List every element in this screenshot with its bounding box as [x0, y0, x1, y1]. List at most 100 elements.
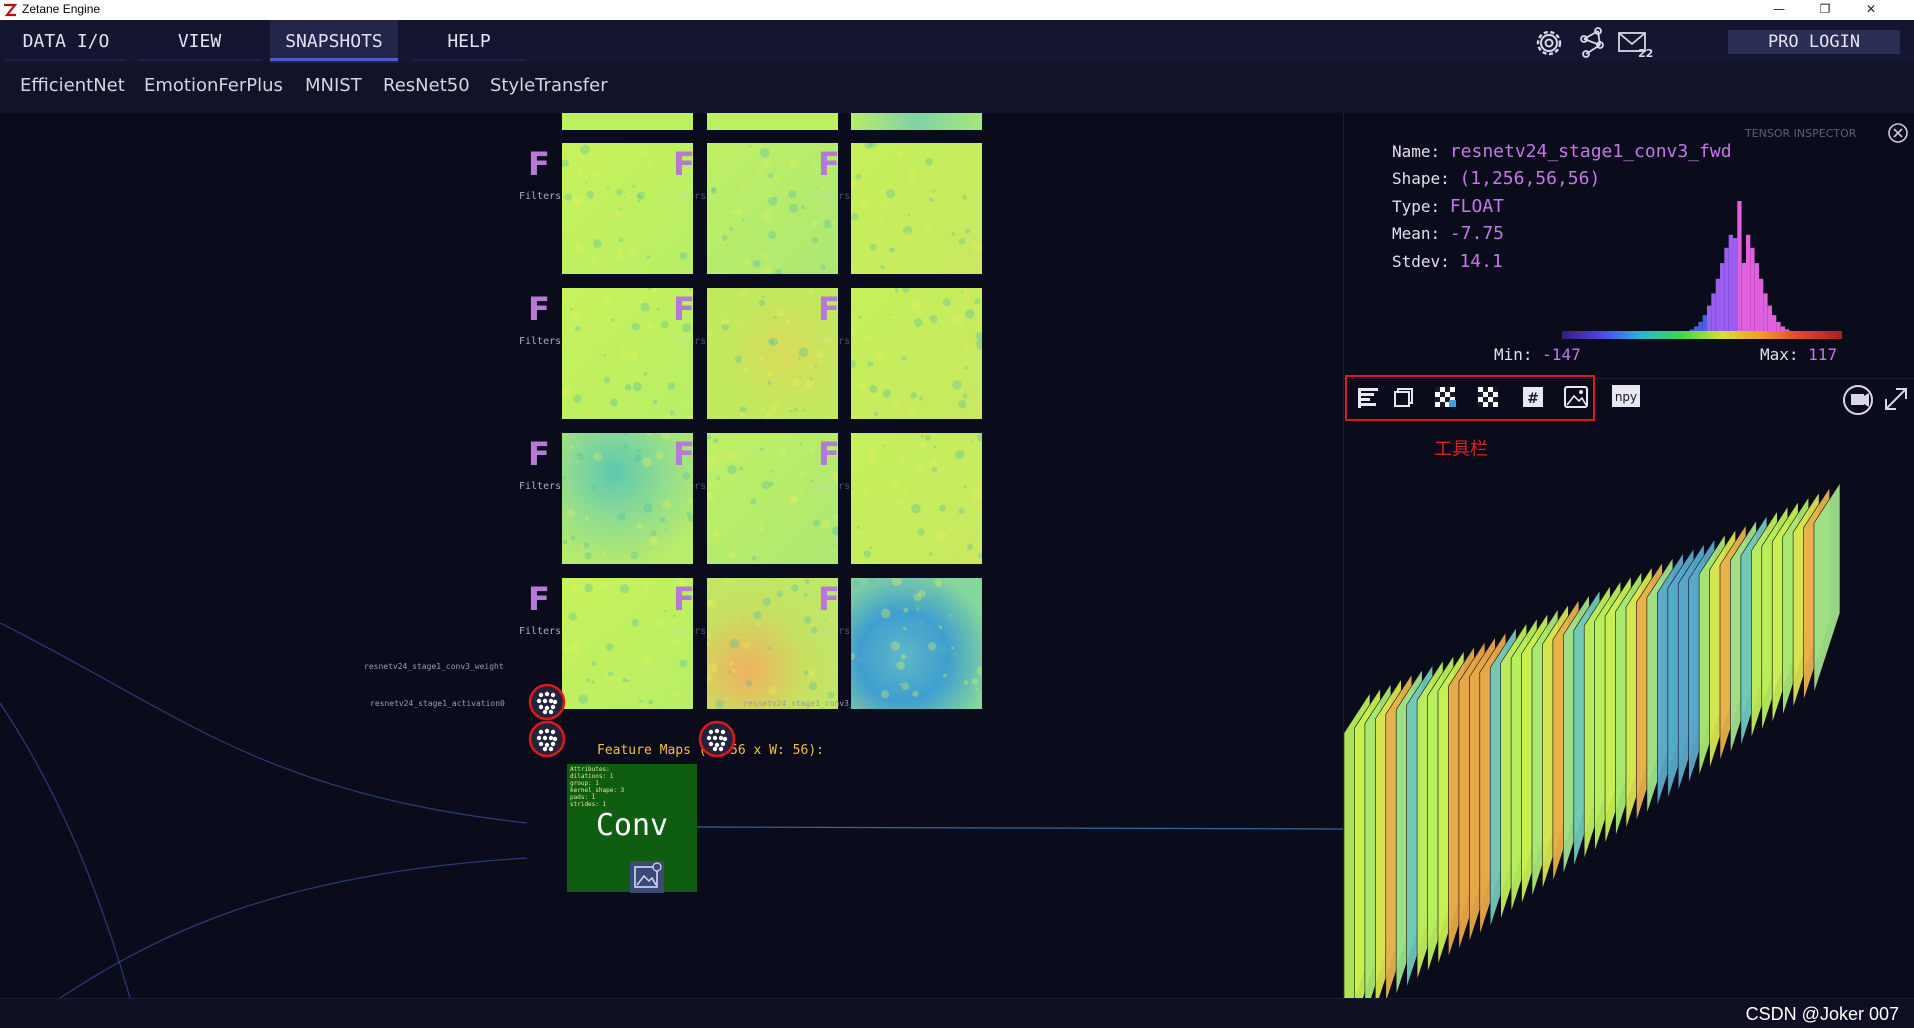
network-graph-icon[interactable] [1574, 26, 1612, 60]
status-bar: CSDN @Joker 007 [0, 998, 1914, 1028]
max-value: Max: 117 [1760, 345, 1837, 364]
filters-label: Filters [808, 191, 851, 202]
filters-icon[interactable]: F [818, 145, 840, 183]
layers-icon[interactable] [1381, 380, 1423, 416]
filters-label: Filters [808, 336, 851, 347]
filters-icon[interactable]: F [673, 435, 695, 473]
feature-map-tile [851, 432, 986, 564]
checker-alt-icon[interactable] [1467, 380, 1509, 416]
snapshot-efficientnet[interactable]: EfficientNet [20, 75, 125, 96]
filters-label: Filters [808, 481, 851, 492]
histogram-bar [1750, 247, 1755, 333]
expand-icon[interactable] [1882, 385, 1910, 413]
histogram-bar [1754, 263, 1759, 333]
output-label: resnetv24_stage1_conv3_fwd [743, 699, 869, 708]
field-value: -7.75 [1449, 223, 1504, 244]
histogram-bar [1733, 238, 1738, 333]
histogram-bar [1728, 234, 1733, 333]
restore-button[interactable]: ❐ [1802, 0, 1848, 20]
tensor-3d-volume[interactable] [1344, 483, 1914, 998]
snapshot-styletransfer[interactable]: StyleTransfer [490, 75, 608, 96]
hash-glyph: # [1527, 391, 1539, 407]
histogram-bar [1767, 305, 1772, 333]
histogram-bar [1759, 278, 1764, 333]
attr-line: group: 1 [570, 780, 599, 787]
conv-node[interactable]: Attributes: dilations: 1 group: 1 kernel… [567, 764, 697, 893]
feature-map-tile [848, 139, 983, 275]
filters-label: Filters [664, 336, 707, 347]
field-key: Shape: [1392, 169, 1450, 188]
filters-icon[interactable]: F [818, 435, 840, 473]
field-shape: Shape: (1,256,56,56) [1392, 168, 1600, 189]
field-mean: Mean: -7.75 [1392, 223, 1504, 244]
filters-label: Filters [519, 481, 562, 492]
close-icon[interactable] [1887, 122, 1909, 144]
filters-label: Filters [519, 626, 562, 637]
rotate-view-icon[interactable] [1841, 383, 1875, 417]
filters-label: Filters [519, 191, 562, 202]
inspector-toolbar: # [1345, 375, 1595, 421]
attr-line: kernel_shape: 3 [570, 787, 625, 794]
histogram-bar [1711, 293, 1716, 333]
field-value: (1,256,56,56) [1459, 168, 1601, 189]
histogram-bar [1741, 263, 1746, 333]
pro-login-button[interactable]: PRO LOGIN [1728, 30, 1900, 54]
min-number: -147 [1542, 345, 1581, 364]
node-port-icon[interactable] [697, 719, 737, 759]
filters-icon[interactable]: F [818, 290, 840, 328]
npy-text: npy [1615, 390, 1637, 404]
mail-icon[interactable]: 22 [1616, 26, 1654, 60]
max-key: Max: [1760, 345, 1799, 364]
filters-icon[interactable]: F [673, 580, 695, 618]
tile-texture [857, 432, 986, 559]
npy-icon[interactable]: npy [1604, 378, 1646, 414]
filters-icon[interactable]: F [528, 580, 550, 618]
feature-map-tile [562, 113, 693, 130]
filters-icon[interactable]: F [818, 580, 840, 618]
feature-map-tile [848, 575, 985, 709]
zetane-logo-icon [3, 3, 17, 17]
field-key: Type: [1392, 197, 1441, 216]
field-value: 14.1 [1459, 251, 1503, 272]
close-button[interactable]: ✕ [1848, 0, 1894, 20]
snapshot-resnet50[interactable]: ResNet50 [383, 75, 470, 96]
checker-icon[interactable] [1424, 380, 1466, 416]
toolbar-caption: 工具栏 [1434, 439, 1488, 460]
feature-map-tile [851, 113, 982, 130]
filters-icon[interactable]: F [673, 145, 695, 183]
filters-icon[interactable]: F [528, 145, 550, 183]
min-key: Min: [1494, 345, 1533, 364]
minimize-button[interactable]: — [1756, 0, 1802, 20]
image-preview-icon[interactable] [630, 861, 664, 893]
value-histogram [1655, 201, 1807, 333]
feature-map-tile [847, 286, 986, 419]
node-port-icon[interactable] [527, 719, 567, 759]
tile-texture [847, 286, 986, 417]
filters-label: Filters [664, 191, 707, 202]
window-title: Zetane Engine [22, 2, 101, 16]
node-port-icon[interactable] [527, 682, 567, 722]
graph-canvas[interactable]: F Filters F Filters F Filters F Filters F Filters… [0, 113, 1343, 998]
snapshot-emotionferplus[interactable]: EmotionFerPlus [144, 75, 283, 96]
filters-icon[interactable]: F [673, 290, 695, 328]
menu-view[interactable]: VIEW [132, 20, 267, 63]
tile-texture [848, 139, 983, 275]
field-key: Mean: [1392, 224, 1441, 243]
attr-line: strides: 1 [570, 801, 607, 808]
attr-line: Attributes: [570, 766, 610, 773]
max-number: 117 [1808, 345, 1838, 364]
gear-icon[interactable] [1530, 26, 1568, 60]
menu-data-io[interactable]: DATA I/O [0, 20, 132, 63]
filters-icon[interactable]: F [528, 290, 550, 328]
hash-icon[interactable]: # [1511, 380, 1553, 416]
window-title-bar: Zetane Engine — ❐ ✕ [0, 0, 1914, 20]
snapshot-mnist[interactable]: MNIST [305, 75, 362, 96]
feature-map-tile [707, 113, 838, 130]
menu-help[interactable]: HELP [406, 20, 532, 63]
image-icon[interactable] [1554, 380, 1596, 416]
field-type: Type: FLOAT [1392, 196, 1504, 217]
menu-snapshots[interactable]: SNAPSHOTS [270, 20, 398, 63]
filters-label: Filters [664, 481, 707, 492]
color-scale-bar [1562, 331, 1842, 339]
filters-icon[interactable]: F [528, 435, 550, 473]
